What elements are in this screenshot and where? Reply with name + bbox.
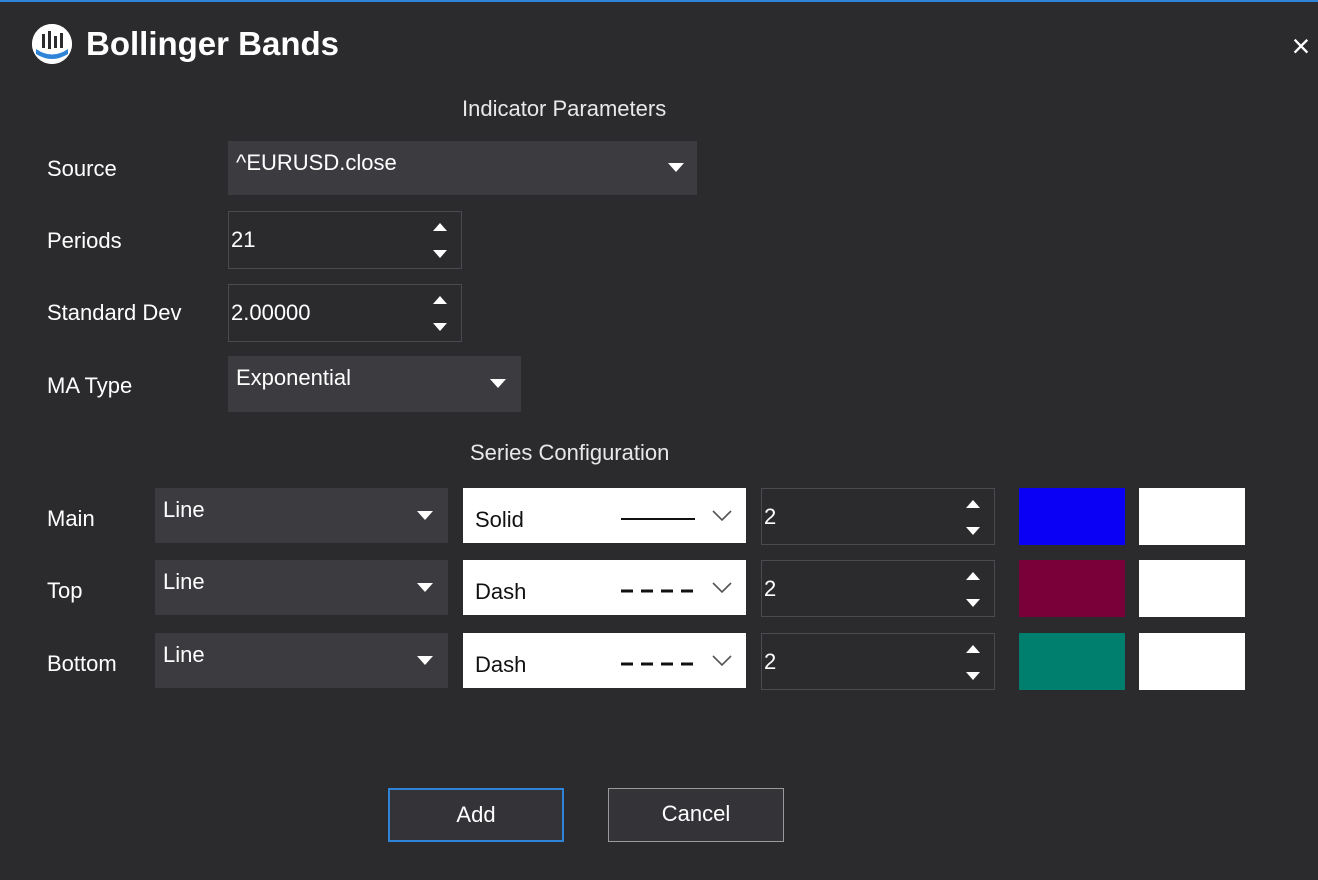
- chevron-down-icon: [490, 379, 506, 388]
- series-label: Top: [47, 578, 83, 603]
- standard-dev-stepper[interactable]: 2.00000: [228, 284, 462, 342]
- solid-line-sample-icon: [621, 510, 732, 522]
- line-width-stepper[interactable]: 2: [761, 633, 995, 690]
- bollinger-dialog: Bollinger Bands × Indicator Parameters S…: [0, 0, 1318, 880]
- standard-dev-label: Standard Dev: [47, 300, 182, 325]
- spinner-down-icon[interactable]: [433, 323, 447, 331]
- window-title: Bollinger Bands: [86, 25, 340, 62]
- dash-line-sample-icon: [621, 582, 732, 594]
- ma-type-dropdown[interactable]: Exponential: [228, 356, 521, 412]
- indicator-parameters-heading: Indicator Parameters: [462, 96, 667, 121]
- spinner-down-icon[interactable]: [433, 250, 447, 258]
- chevron-down-icon: [668, 163, 684, 172]
- line-width-stepper[interactable]: 2: [761, 488, 995, 545]
- chevron-down-icon: [417, 656, 433, 665]
- spinner-up-icon[interactable]: [966, 645, 980, 653]
- series-label: Main: [47, 506, 95, 531]
- line-width-stepper[interactable]: 2: [761, 560, 995, 617]
- line-color-swatch[interactable]: [1019, 560, 1125, 617]
- title-bar: Bollinger Bands ×: [0, 2, 1318, 82]
- chevron-down-icon: [417, 511, 433, 520]
- line-style-select[interactable]: Dash: [463, 560, 746, 615]
- chevron-down-icon: [417, 583, 433, 592]
- spinner-down-icon[interactable]: [966, 599, 980, 607]
- periods-value: 21: [231, 227, 256, 252]
- series-type-value: Line: [163, 497, 205, 522]
- standard-dev-value: 2.00000: [231, 300, 311, 325]
- spinner-up-icon[interactable]: [433, 223, 447, 231]
- cancel-button[interactable]: Cancel: [608, 788, 784, 842]
- fill-color-swatch[interactable]: [1139, 560, 1245, 617]
- spinner-up-icon[interactable]: [966, 572, 980, 580]
- spinner-down-icon[interactable]: [966, 672, 980, 680]
- periods-stepper[interactable]: 21: [228, 211, 462, 269]
- series-type-dropdown[interactable]: Line: [155, 488, 448, 543]
- spinner-down-icon[interactable]: [966, 527, 980, 535]
- ma-type-value: Exponential: [236, 365, 351, 390]
- line-width-value: 2: [764, 576, 777, 601]
- line-width-value: 2: [764, 649, 777, 674]
- source-dropdown[interactable]: ^EURUSD.close: [228, 141, 697, 195]
- dash-line-sample-icon: [621, 655, 732, 667]
- series-type-value: Line: [163, 642, 205, 667]
- line-style-select[interactable]: Dash: [463, 633, 746, 688]
- series-type-dropdown[interactable]: Line: [155, 633, 448, 688]
- spinner-up-icon[interactable]: [966, 500, 980, 508]
- close-icon[interactable]: ×: [1284, 26, 1318, 66]
- add-button[interactable]: Add: [388, 788, 564, 842]
- periods-label: Periods: [47, 228, 122, 253]
- fill-color-swatch[interactable]: [1139, 488, 1245, 545]
- series-label: Bottom: [47, 651, 117, 676]
- source-label: Source: [47, 156, 117, 181]
- fill-color-swatch[interactable]: [1139, 633, 1245, 690]
- ma-type-label: MA Type: [47, 373, 133, 398]
- line-style-select[interactable]: Solid: [463, 488, 746, 543]
- series-type-value: Line: [163, 569, 205, 594]
- line-color-swatch[interactable]: [1019, 488, 1125, 545]
- spinner-up-icon[interactable]: [433, 296, 447, 304]
- source-value: ^EURUSD.close: [236, 150, 397, 175]
- series-type-dropdown[interactable]: Line: [155, 560, 448, 615]
- line-color-swatch[interactable]: [1019, 633, 1125, 690]
- line-width-value: 2: [764, 504, 777, 529]
- series-configuration-heading: Series Configuration: [470, 440, 670, 465]
- bollinger-bands-icon: [32, 24, 72, 64]
